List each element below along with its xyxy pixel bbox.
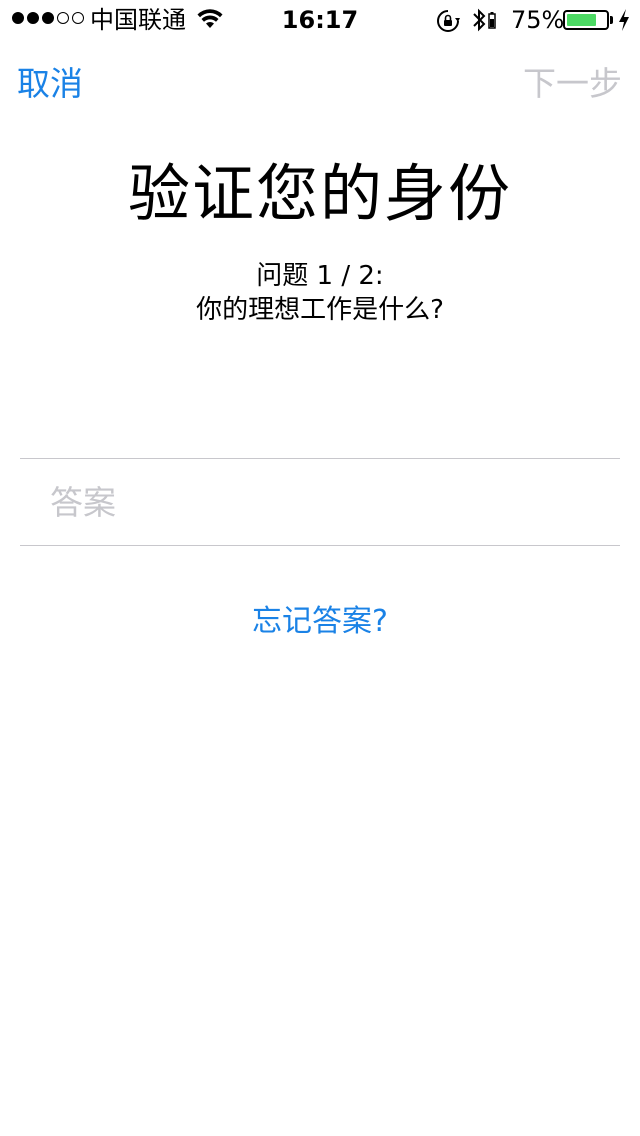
page-title: 验证您的身份: [127, 157, 512, 230]
question-number: 问题 1 / 2:: [256, 261, 384, 291]
cancel-button[interactable]: 取消: [17, 62, 83, 106]
question-text: 你的理想工作是什么?: [196, 295, 444, 325]
rotation-lock-icon: [437, 10, 460, 32]
answer-input[interactable]: [20, 460, 620, 544]
next-button[interactable]: 下一步: [523, 62, 622, 106]
battery-nub: [610, 16, 613, 24]
battery-percent: 75%: [511, 6, 565, 34]
battery-icon: [563, 10, 609, 30]
divider-bottom: [20, 545, 620, 546]
forgot-answer-link[interactable]: 忘记答案?: [0, 602, 640, 642]
charging-bolt-icon: [619, 9, 629, 31]
bluetooth-icon: [473, 8, 486, 32]
divider-top: [20, 458, 620, 459]
headset-battery-icon: [488, 12, 496, 29]
status-bar: 中国联通 16:17 75%: [0, 0, 640, 40]
battery-level-fill: [567, 14, 596, 26]
